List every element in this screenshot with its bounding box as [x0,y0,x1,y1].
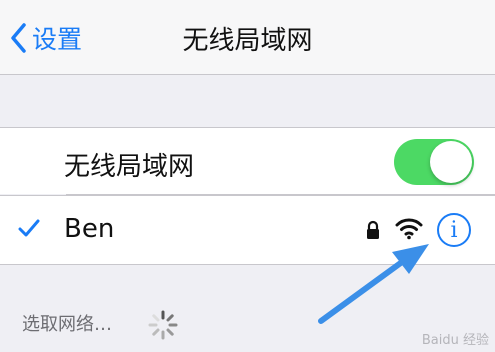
page-title: 无线局域网 [182,26,313,56]
wifi-signal-icon [395,218,423,240]
choose-network-header: 选取网络… [22,314,112,335]
loading-spinner-icon [148,310,178,340]
info-icon: i [450,217,458,243]
navigation-bar: 设置 无线局域网 [0,0,495,75]
checkmark-icon [18,219,40,237]
wifi-toggle-switch[interactable] [394,139,474,185]
wifi-toggle-label: 无线局域网 [64,152,195,182]
lock-icon [367,220,379,239]
toggle-knob [430,141,472,183]
watermark: Baidu 经验 [421,333,489,348]
info-button[interactable]: i [437,213,471,247]
network-name: Ben [64,214,115,244]
